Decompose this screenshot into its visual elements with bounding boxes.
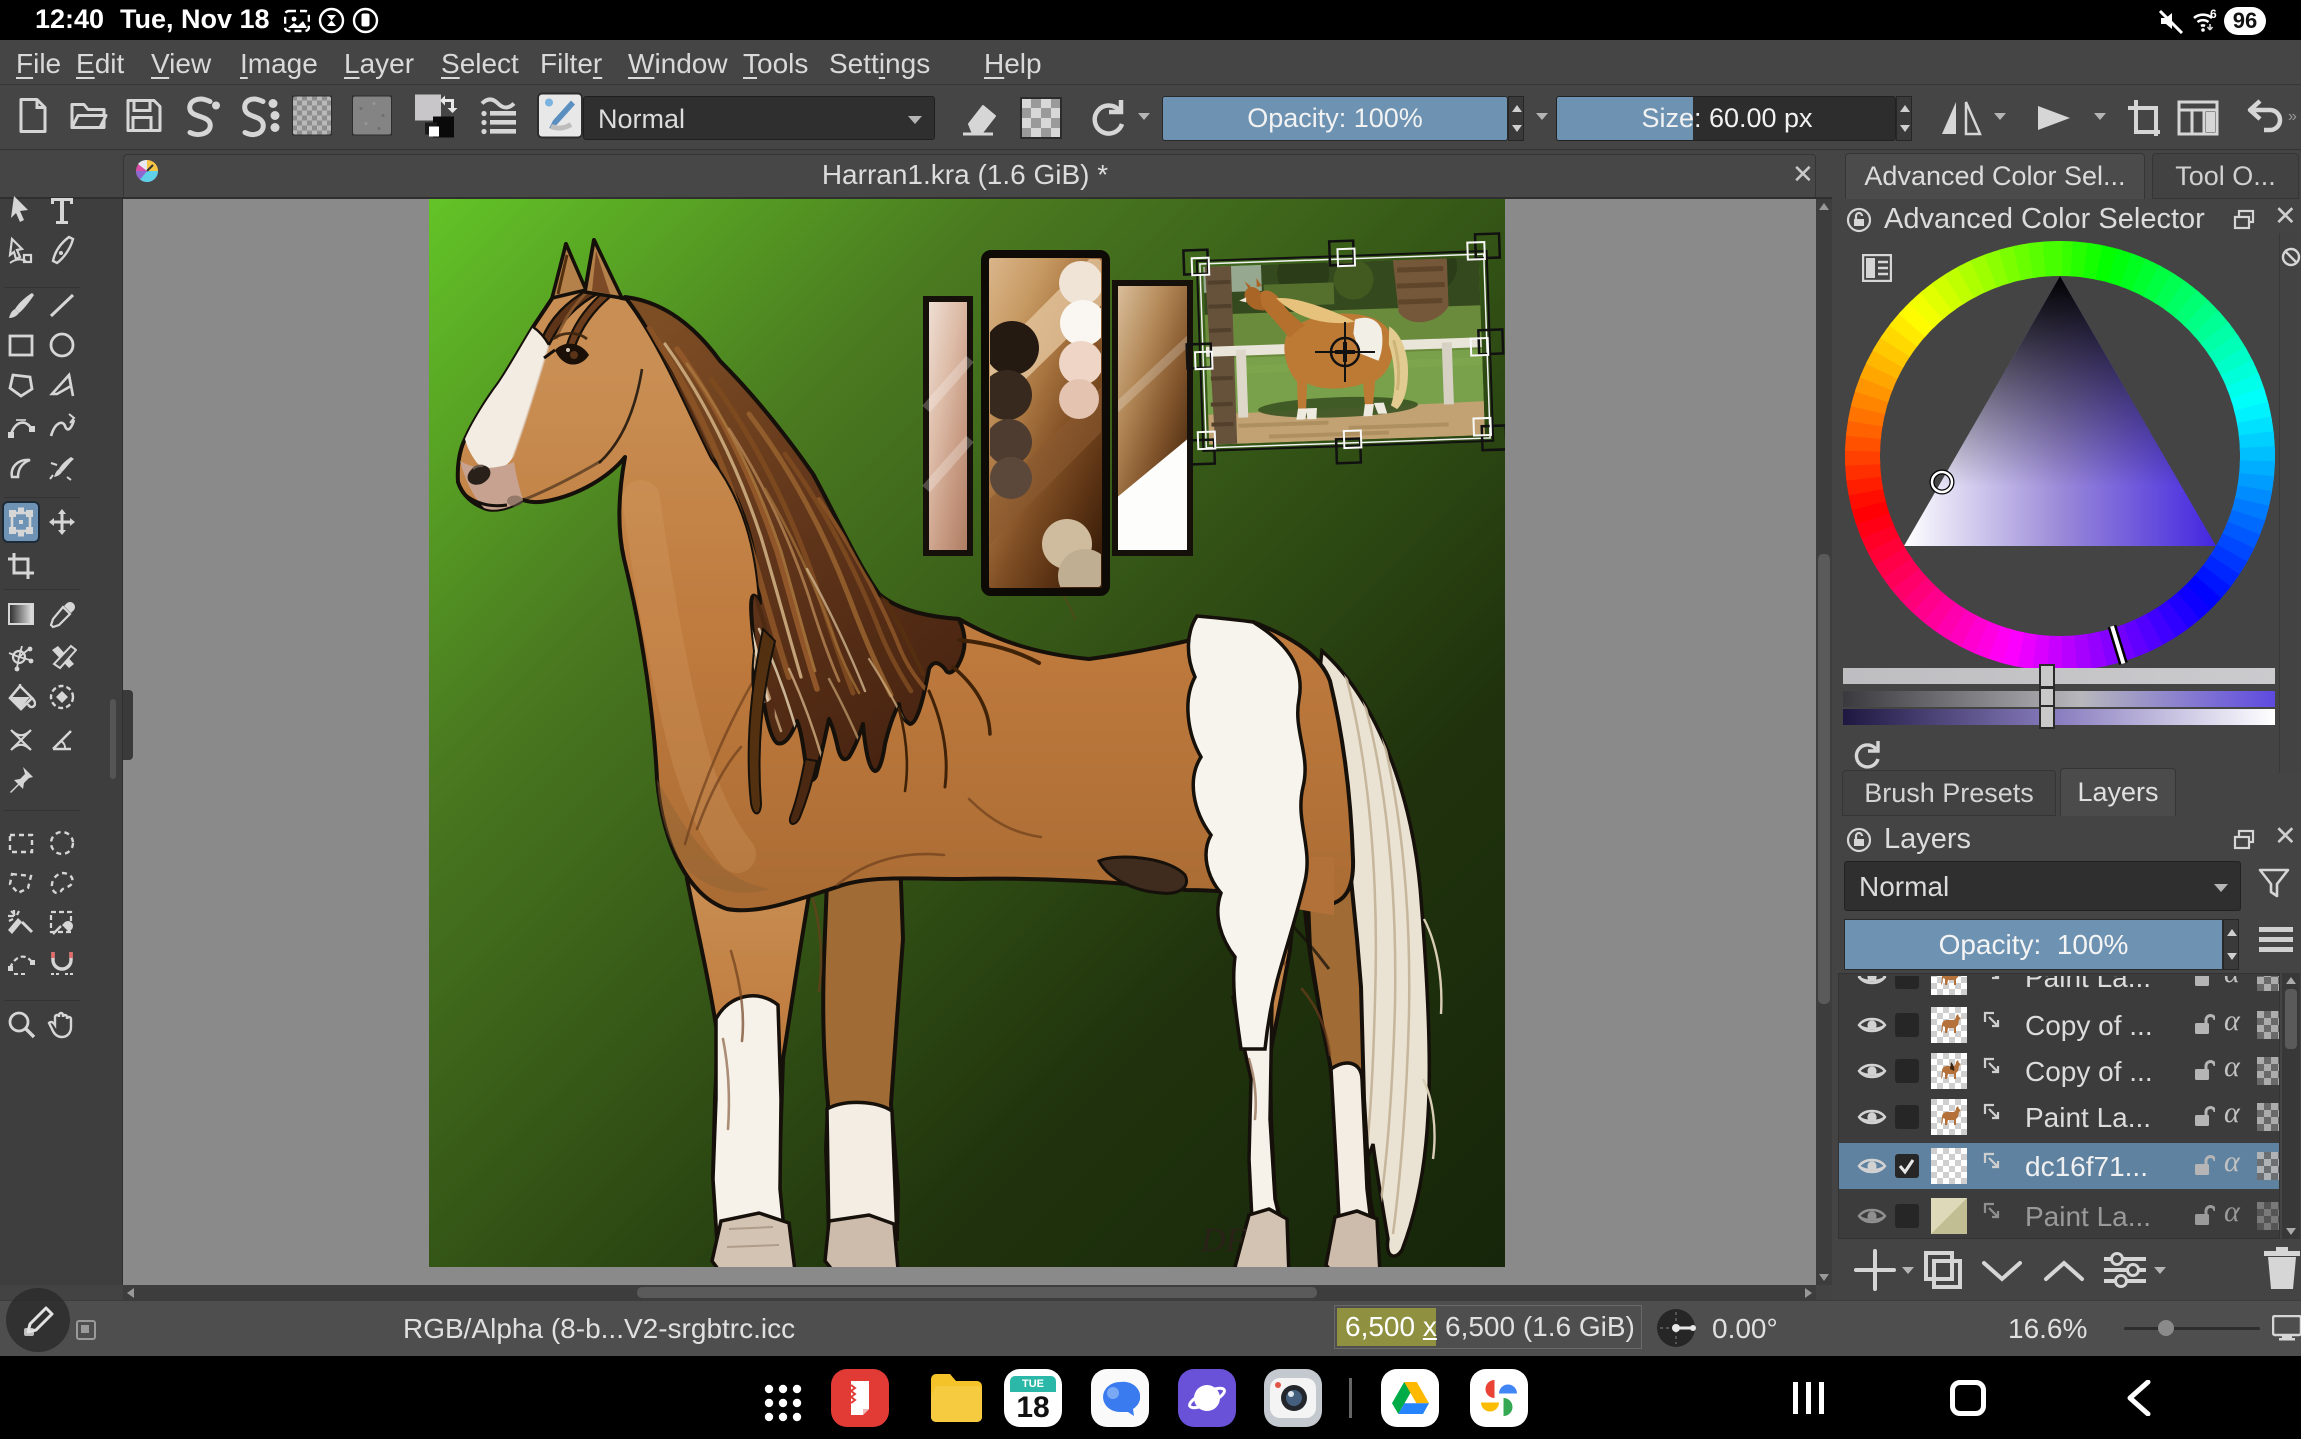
svg-text:DF: DF	[1200, 1222, 1248, 1259]
svg-text:6: 6	[2210, 7, 2217, 21]
